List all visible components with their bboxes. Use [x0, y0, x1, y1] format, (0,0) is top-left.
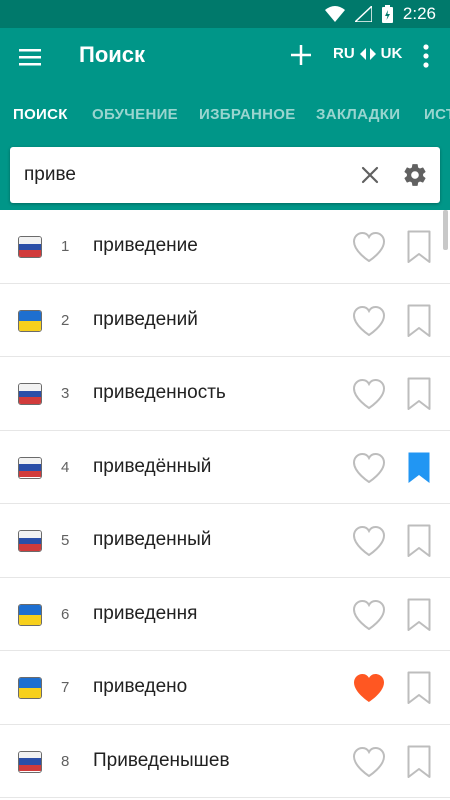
- favorite-heart-icon[interactable]: [351, 671, 387, 705]
- item-word: приведено: [93, 676, 188, 697]
- results-list[interactable]: 1 приведение 2 приведений 3 приведенность 4 при…: [0, 210, 450, 800]
- menu-icon[interactable]: [18, 45, 42, 69]
- item-index: 8: [61, 752, 70, 770]
- item-word: приведення: [93, 602, 198, 624]
- item-word: приведённый: [93, 455, 212, 477]
- ua-flag-icon: [18, 603, 42, 626]
- item-word: Приведенышев: [93, 749, 230, 771]
- tab-favorites[interactable]: ИЗБРАННОЕ: [199, 106, 296, 123]
- bookmark-icon[interactable]: [407, 671, 431, 705]
- ru-flag-icon: [18, 530, 42, 552]
- list-item[interactable]: 6 приведення: [0, 578, 450, 651]
- bookmark-icon[interactable]: [407, 451, 431, 485]
- ru-flag-icon: [18, 456, 42, 479]
- tab-bookmarks[interactable]: ЗАКЛАДКИ: [316, 106, 400, 123]
- item-index: 6: [61, 605, 70, 623]
- tab-learning[interactable]: ОБУЧЕНИЕ: [92, 106, 178, 123]
- item-word: приведение: [93, 235, 198, 256]
- list-item[interactable]: 2 приведений: [0, 284, 450, 357]
- language-to: UK: [380, 45, 403, 62]
- app-bar: Поиск RU UK: [0, 28, 450, 86]
- item-index: 2: [61, 311, 70, 329]
- bookmark-icon[interactable]: [407, 524, 431, 558]
- ru-flag-icon: [18, 750, 42, 773]
- item-index: 4: [61, 458, 70, 476]
- search-input[interactable]: [24, 163, 344, 187]
- favorite-heart-icon[interactable]: [351, 377, 387, 411]
- item-index: 3: [61, 385, 70, 402]
- battery-icon: [381, 5, 393, 23]
- settings-gear-icon[interactable]: [402, 162, 428, 188]
- item-index: 5: [61, 532, 70, 549]
- ru-flag-icon: [18, 236, 42, 258]
- add-icon[interactable]: [289, 43, 313, 67]
- language-from: RU: [333, 45, 355, 62]
- favorite-heart-icon[interactable]: [351, 230, 387, 264]
- tab-search[interactable]: ПОИСК: [13, 106, 68, 123]
- list-item[interactable]: 8 Приведенышев: [0, 725, 450, 798]
- ua-flag-icon: [18, 309, 42, 332]
- item-word: приведенный: [93, 529, 212, 550]
- search-box: [10, 147, 440, 203]
- bookmark-icon[interactable]: [407, 377, 431, 411]
- status-bar: 2:26: [0, 0, 450, 28]
- list-item[interactable]: 4 приведённый: [0, 431, 450, 504]
- item-index: 1: [61, 238, 70, 255]
- favorite-heart-icon[interactable]: [351, 451, 387, 485]
- bookmark-icon[interactable]: [407, 230, 431, 264]
- ua-flag-icon: [18, 677, 42, 699]
- item-index: 7: [61, 679, 70, 696]
- clear-icon[interactable]: [358, 163, 382, 187]
- item-word: приведений: [93, 308, 198, 330]
- favorite-heart-icon[interactable]: [351, 598, 387, 632]
- search-area: [0, 142, 450, 210]
- signal-icon: [354, 6, 372, 22]
- list-item[interactable]: 5 приведенный: [0, 504, 450, 578]
- language-switch-button[interactable]: RU UK: [333, 45, 402, 62]
- list-item[interactable]: 3 приведенность: [0, 357, 450, 431]
- item-word: приведенность: [93, 382, 226, 403]
- favorite-heart-icon[interactable]: [351, 524, 387, 558]
- ru-flag-icon: [18, 383, 42, 405]
- bookmark-icon[interactable]: [407, 598, 431, 632]
- wifi-icon: [324, 6, 345, 22]
- status-time: 2:26: [402, 4, 436, 23]
- list-item[interactable]: 7 приведено: [0, 651, 450, 725]
- favorite-heart-icon[interactable]: [351, 745, 387, 779]
- bookmark-icon[interactable]: [407, 745, 431, 779]
- status-icons: 2:26: [324, 4, 436, 24]
- tab-bar: ПОИСК ОБУЧЕНИЕ ИЗБРАННОЕ ЗАКЛАДКИ ИСТ: [0, 86, 450, 142]
- more-vert-icon[interactable]: [418, 43, 434, 69]
- bookmark-icon[interactable]: [407, 304, 431, 338]
- tab-history[interactable]: ИСТ: [424, 106, 450, 123]
- swap-arrows-icon: [359, 47, 376, 60]
- favorite-heart-icon[interactable]: [351, 304, 387, 338]
- page-title: Поиск: [79, 42, 146, 67]
- list-item[interactable]: 1 приведение: [0, 210, 450, 284]
